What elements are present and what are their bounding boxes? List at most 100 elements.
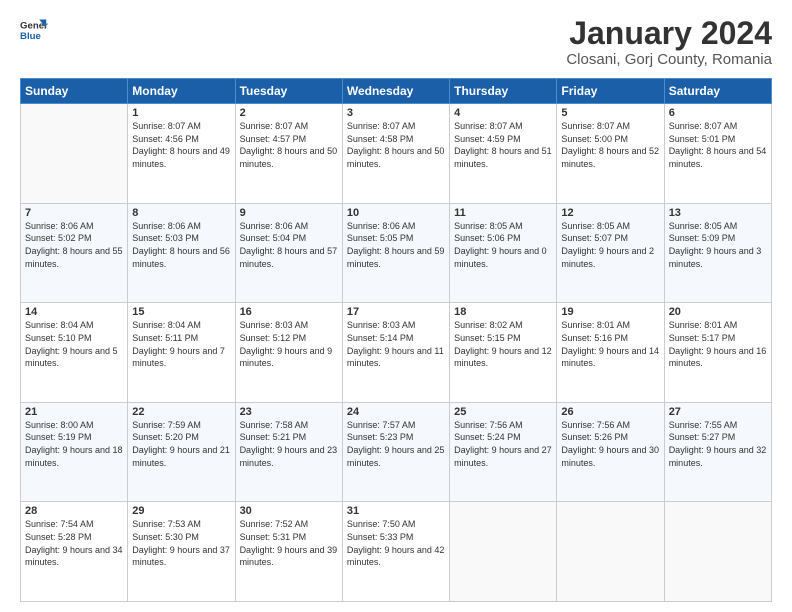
table-row: 4 Sunrise: 8:07 AM Sunset: 4:59 PM Dayli… xyxy=(450,104,557,204)
day-number: 27 xyxy=(669,406,767,418)
table-row: 11 Sunrise: 8:05 AM Sunset: 5:06 PM Dayl… xyxy=(450,203,557,303)
sunrise: Sunrise: 8:06 AM xyxy=(132,220,230,233)
sunrise: Sunrise: 7:58 AM xyxy=(240,419,338,432)
daylight: Daylight: 9 hours and 14 minutes. xyxy=(561,345,659,370)
sunrise: Sunrise: 8:01 AM xyxy=(561,319,659,332)
table-row: 12 Sunrise: 8:05 AM Sunset: 5:07 PM Dayl… xyxy=(557,203,664,303)
sunset: Sunset: 5:30 PM xyxy=(132,531,230,544)
table-row: 9 Sunrise: 8:06 AM Sunset: 5:04 PM Dayli… xyxy=(235,203,342,303)
sunrise: Sunrise: 8:07 AM xyxy=(240,120,338,133)
sunrise: Sunrise: 8:03 AM xyxy=(347,319,445,332)
day-number: 16 xyxy=(240,306,338,318)
day-number: 19 xyxy=(561,306,659,318)
sunset: Sunset: 5:06 PM xyxy=(454,232,552,245)
table-row: 28 Sunrise: 7:54 AM Sunset: 5:28 PM Dayl… xyxy=(21,502,128,602)
sunrise: Sunrise: 7:56 AM xyxy=(561,419,659,432)
table-row: 21 Sunrise: 8:00 AM Sunset: 5:19 PM Dayl… xyxy=(21,402,128,502)
sunset: Sunset: 5:03 PM xyxy=(132,232,230,245)
week-row-0: 1 Sunrise: 8:07 AM Sunset: 4:56 PM Dayli… xyxy=(21,104,772,204)
sunrise: Sunrise: 8:07 AM xyxy=(454,120,552,133)
table-row: 14 Sunrise: 8:04 AM Sunset: 5:10 PM Dayl… xyxy=(21,303,128,403)
day-info: Sunrise: 8:06 AM Sunset: 5:05 PM Dayligh… xyxy=(347,220,445,270)
calendar-table: Sunday Monday Tuesday Wednesday Thursday… xyxy=(20,78,772,602)
day-info: Sunrise: 7:55 AM Sunset: 5:27 PM Dayligh… xyxy=(669,419,767,469)
logo: General Blue xyxy=(20,16,48,44)
daylight: Daylight: 8 hours and 59 minutes. xyxy=(347,245,445,270)
day-number: 29 xyxy=(132,505,230,517)
table-row: 17 Sunrise: 8:03 AM Sunset: 5:14 PM Dayl… xyxy=(342,303,449,403)
daylight: Daylight: 8 hours and 50 minutes. xyxy=(240,145,338,170)
sunset: Sunset: 5:24 PM xyxy=(454,431,552,444)
sunrise: Sunrise: 7:50 AM xyxy=(347,518,445,531)
day-number: 24 xyxy=(347,406,445,418)
day-number: 4 xyxy=(454,107,552,119)
day-info: Sunrise: 8:07 AM Sunset: 4:58 PM Dayligh… xyxy=(347,120,445,170)
day-info: Sunrise: 8:07 AM Sunset: 4:57 PM Dayligh… xyxy=(240,120,338,170)
sunset: Sunset: 5:19 PM xyxy=(25,431,123,444)
table-row: 16 Sunrise: 8:03 AM Sunset: 5:12 PM Dayl… xyxy=(235,303,342,403)
day-info: Sunrise: 8:05 AM Sunset: 5:07 PM Dayligh… xyxy=(561,220,659,270)
day-number: 1 xyxy=(132,107,230,119)
sunrise: Sunrise: 7:59 AM xyxy=(132,419,230,432)
day-info: Sunrise: 7:53 AM Sunset: 5:30 PM Dayligh… xyxy=(132,518,230,568)
day-info: Sunrise: 8:07 AM Sunset: 4:59 PM Dayligh… xyxy=(454,120,552,170)
day-info: Sunrise: 8:06 AM Sunset: 5:04 PM Dayligh… xyxy=(240,220,338,270)
day-number: 2 xyxy=(240,107,338,119)
daylight: Daylight: 9 hours and 39 minutes. xyxy=(240,544,338,569)
sunset: Sunset: 5:15 PM xyxy=(454,332,552,345)
day-number: 11 xyxy=(454,207,552,219)
table-row: 26 Sunrise: 7:56 AM Sunset: 5:26 PM Dayl… xyxy=(557,402,664,502)
logo-icon: General Blue xyxy=(20,16,48,44)
day-info: Sunrise: 8:00 AM Sunset: 5:19 PM Dayligh… xyxy=(25,419,123,469)
day-number: 6 xyxy=(669,107,767,119)
table-row: 24 Sunrise: 7:57 AM Sunset: 5:23 PM Dayl… xyxy=(342,402,449,502)
daylight: Daylight: 9 hours and 32 minutes. xyxy=(669,444,767,469)
table-row: 10 Sunrise: 8:06 AM Sunset: 5:05 PM Dayl… xyxy=(342,203,449,303)
day-number: 18 xyxy=(454,306,552,318)
day-number: 14 xyxy=(25,306,123,318)
daylight: Daylight: 8 hours and 51 minutes. xyxy=(454,145,552,170)
day-info: Sunrise: 8:04 AM Sunset: 5:11 PM Dayligh… xyxy=(132,319,230,369)
daylight: Daylight: 9 hours and 16 minutes. xyxy=(669,345,767,370)
title-block: January 2024 Closani, Gorj County, Roman… xyxy=(566,16,772,68)
th-monday: Monday xyxy=(128,79,235,104)
daylight: Daylight: 9 hours and 18 minutes. xyxy=(25,444,123,469)
table-row: 6 Sunrise: 8:07 AM Sunset: 5:01 PM Dayli… xyxy=(664,104,771,204)
table-row: 7 Sunrise: 8:06 AM Sunset: 5:02 PM Dayli… xyxy=(21,203,128,303)
th-thursday: Thursday xyxy=(450,79,557,104)
sunrise: Sunrise: 8:02 AM xyxy=(454,319,552,332)
table-row: 15 Sunrise: 8:04 AM Sunset: 5:11 PM Dayl… xyxy=(128,303,235,403)
daylight: Daylight: 9 hours and 21 minutes. xyxy=(132,444,230,469)
day-number: 5 xyxy=(561,107,659,119)
sunset: Sunset: 4:59 PM xyxy=(454,133,552,146)
sunrise: Sunrise: 7:53 AM xyxy=(132,518,230,531)
table-row: 30 Sunrise: 7:52 AM Sunset: 5:31 PM Dayl… xyxy=(235,502,342,602)
sunset: Sunset: 5:21 PM xyxy=(240,431,338,444)
sunset: Sunset: 4:58 PM xyxy=(347,133,445,146)
day-number: 15 xyxy=(132,306,230,318)
day-number: 12 xyxy=(561,207,659,219)
sunset: Sunset: 5:05 PM xyxy=(347,232,445,245)
sunset: Sunset: 4:57 PM xyxy=(240,133,338,146)
th-tuesday: Tuesday xyxy=(235,79,342,104)
daylight: Daylight: 9 hours and 30 minutes. xyxy=(561,444,659,469)
daylight: Daylight: 9 hours and 25 minutes. xyxy=(347,444,445,469)
table-row: 3 Sunrise: 8:07 AM Sunset: 4:58 PM Dayli… xyxy=(342,104,449,204)
day-info: Sunrise: 8:07 AM Sunset: 5:01 PM Dayligh… xyxy=(669,120,767,170)
sunrise: Sunrise: 8:05 AM xyxy=(561,220,659,233)
daylight: Daylight: 9 hours and 23 minutes. xyxy=(240,444,338,469)
day-number: 22 xyxy=(132,406,230,418)
table-row: 18 Sunrise: 8:02 AM Sunset: 5:15 PM Dayl… xyxy=(450,303,557,403)
th-saturday: Saturday xyxy=(664,79,771,104)
day-info: Sunrise: 8:06 AM Sunset: 5:03 PM Dayligh… xyxy=(132,220,230,270)
table-row: 2 Sunrise: 8:07 AM Sunset: 4:57 PM Dayli… xyxy=(235,104,342,204)
sunrise: Sunrise: 7:55 AM xyxy=(669,419,767,432)
day-info: Sunrise: 7:59 AM Sunset: 5:20 PM Dayligh… xyxy=(132,419,230,469)
day-info: Sunrise: 8:07 AM Sunset: 4:56 PM Dayligh… xyxy=(132,120,230,170)
th-wednesday: Wednesday xyxy=(342,79,449,104)
sunset: Sunset: 5:10 PM xyxy=(25,332,123,345)
day-info: Sunrise: 8:02 AM Sunset: 5:15 PM Dayligh… xyxy=(454,319,552,369)
sunset: Sunset: 5:23 PM xyxy=(347,431,445,444)
sunset: Sunset: 5:26 PM xyxy=(561,431,659,444)
sunrise: Sunrise: 8:07 AM xyxy=(561,120,659,133)
